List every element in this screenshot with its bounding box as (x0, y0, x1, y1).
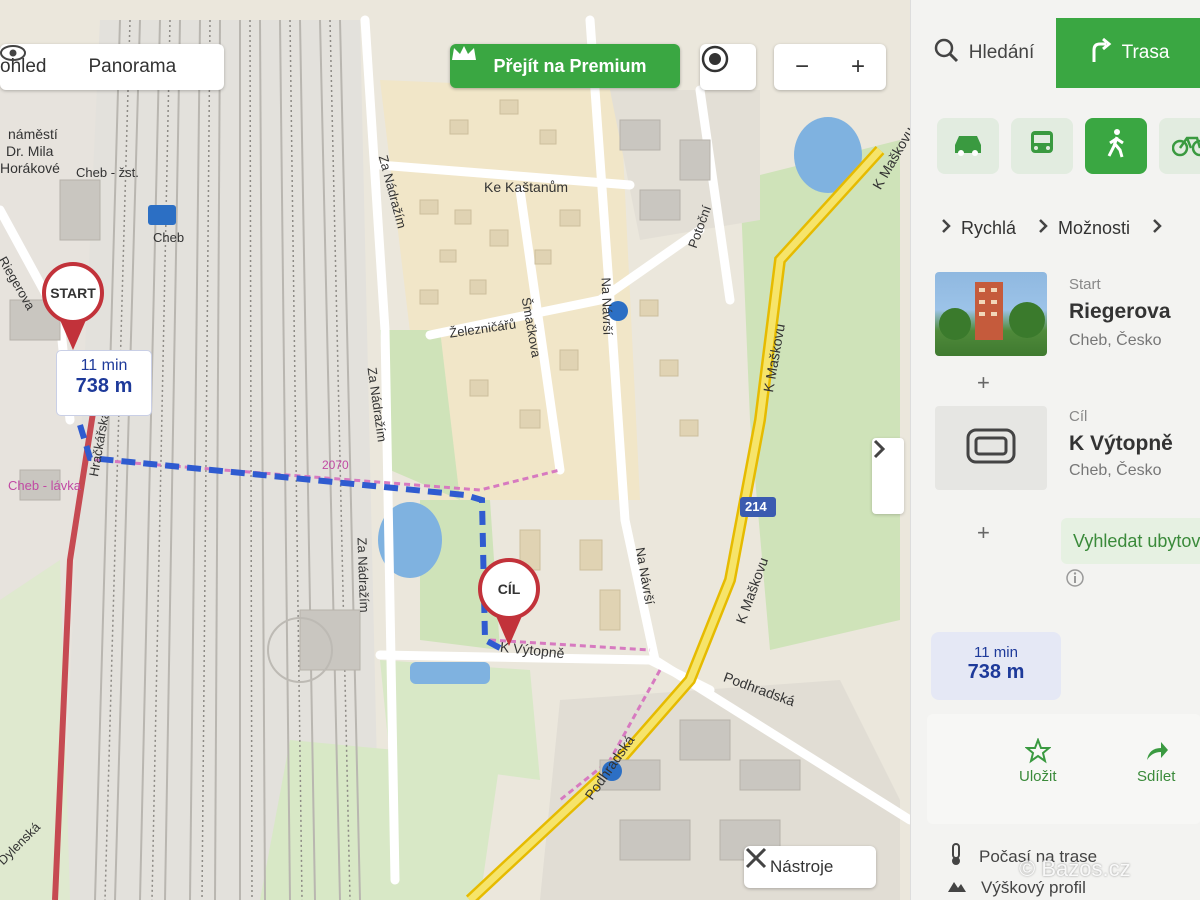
premium-button[interactable]: Přejít na Premium (450, 44, 680, 88)
panorama-button[interactable]: Panorama (89, 56, 177, 78)
route-tooltip: 11 min 738 m (56, 350, 152, 416)
label-ke-kastanum: Ke Kaštanům (484, 179, 569, 195)
summary-time: 11 min (974, 644, 1018, 661)
find-accommodation-button[interactable]: Vyhledat ubytov (1061, 518, 1200, 564)
mode-bus[interactable] (1011, 118, 1073, 174)
label-cheb-station: Cheb (153, 230, 185, 245)
label-za-nadrazim: Za Nádražím (354, 537, 373, 613)
save-button[interactable]: Uložit (1019, 737, 1057, 785)
tab-search-label: Hledání (968, 42, 1035, 63)
route-panel: Hledání Trasa Rychlá Možnosti Start Rieg… (910, 0, 1200, 900)
chevron-right-icon (1038, 218, 1048, 239)
locate-me-button[interactable] (700, 44, 756, 90)
end-marker[interactable]: CÍL (478, 558, 540, 646)
info-icon[interactable] (1065, 568, 1085, 593)
map-canvas (0, 0, 910, 900)
zoom-in-button[interactable]: + (830, 53, 886, 81)
route-icon (1088, 36, 1112, 70)
route-summary: 11 min 738 m (931, 632, 1061, 700)
label-2070: 2070 (322, 458, 349, 472)
label-namesti: náměstí (8, 126, 58, 142)
start-marker-label: START (50, 285, 96, 301)
start-name: Riegerova (1069, 300, 1171, 323)
start-label: Start (1069, 276, 1101, 293)
waypoint-start[interactable]: Start Riegerova Cheb, Česko (933, 272, 1200, 362)
watermark: © Bazos.cz (1019, 856, 1131, 881)
start-photo (935, 272, 1047, 356)
label-cheb-stop: Cheb - žst. (76, 165, 139, 180)
tab-route[interactable]: Trasa (1056, 18, 1200, 88)
share-icon (1143, 742, 1169, 768)
elevation-icon (947, 876, 967, 899)
chevron-right-icon (1152, 218, 1162, 239)
option-next[interactable] (1152, 218, 1162, 239)
tools-button[interactable]: Nástroje (744, 846, 876, 888)
share-button[interactable]: Sdílet (1137, 738, 1175, 785)
end-thumbnail (935, 406, 1047, 490)
option-more-label: Možnosti (1058, 218, 1131, 238)
end-place: Cheb, Česko (1069, 462, 1162, 479)
thermometer-icon (947, 842, 965, 871)
label-namesti: Dr. Mila (6, 143, 54, 159)
option-fast[interactable]: Rychlá (941, 218, 1016, 239)
label-na-navrsi: Na Návrší (598, 277, 616, 336)
start-place: Cheb, Česko (1069, 332, 1162, 349)
bike-icon (1171, 131, 1200, 162)
mode-car[interactable] (937, 118, 999, 174)
bus-icon (1028, 129, 1056, 164)
end-name: K Výtopně (1069, 432, 1173, 455)
panel-tabs: Hledání Trasa (911, 18, 1200, 88)
panel-toggle-button[interactable] (872, 438, 904, 514)
summary-distance: 738 m (967, 661, 1025, 683)
chevron-right-icon (941, 218, 951, 239)
mode-bike[interactable] (1159, 118, 1200, 174)
waypoint-end[interactable]: Cíl K Výtopně Cheb, Česko (933, 406, 1200, 496)
train-station-icon (148, 205, 176, 225)
walk-icon (1104, 128, 1128, 165)
add-waypoint-button[interactable]: + (977, 520, 990, 546)
premium-label: Přejít na Premium (493, 55, 647, 76)
route-options: Rychlá Možnosti (941, 218, 1162, 239)
tab-search[interactable]: Hledání (911, 18, 1056, 88)
option-more[interactable]: Možnosti (1038, 218, 1130, 239)
place-icon (966, 428, 1016, 469)
save-label: Uložit (1019, 768, 1057, 785)
star-icon (1023, 737, 1052, 768)
end-marker-label: CÍL (497, 581, 521, 597)
transport-modes (937, 118, 1200, 174)
mode-walk[interactable] (1085, 118, 1147, 174)
zoom-out-button[interactable]: − (774, 53, 830, 81)
route-tooltip-distance: 738 m (75, 375, 133, 397)
zoom-controls: − + (774, 44, 886, 90)
tools-label: Nástroje (770, 857, 834, 876)
share-label: Sdílet (1137, 768, 1176, 785)
tab-route-label: Trasa (1121, 42, 1170, 63)
end-label: Cíl (1069, 408, 1088, 425)
map-view-switcher: ohled Panorama (0, 44, 224, 90)
map-view[interactable]: náměstí Dr. Mila Horákové Cheb - žst. Ch… (0, 0, 910, 900)
option-fast-label: Rychlá (961, 218, 1017, 238)
route-214-shield: 214 (745, 499, 767, 514)
route-tooltip-time: 11 min (80, 357, 128, 374)
start-marker[interactable]: START (42, 262, 104, 350)
label-cheb-lavka: Cheb - lávka (8, 478, 81, 493)
car-icon (951, 131, 985, 162)
add-waypoint-button[interactable]: + (977, 370, 990, 396)
label-namesti: Horákové (0, 160, 60, 176)
search-icon (933, 37, 959, 69)
